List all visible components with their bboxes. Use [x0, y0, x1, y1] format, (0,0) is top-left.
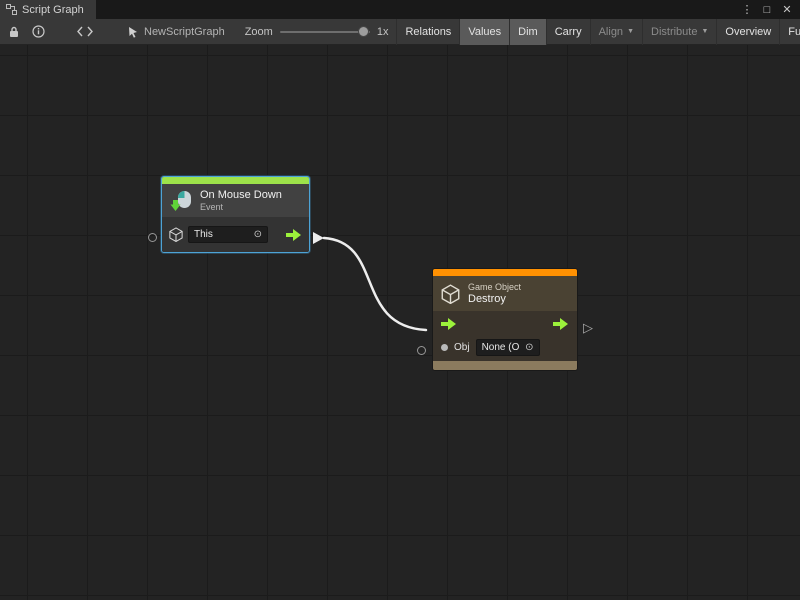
relations-button[interactable]: Relations: [396, 19, 459, 45]
zoom-value: 1x: [377, 26, 389, 38]
flow-continuation-icon[interactable]: ▷: [583, 321, 593, 334]
graph-name-breadcrumb[interactable]: NewScriptGraph: [127, 26, 225, 38]
target-field[interactable]: This ⊙: [188, 226, 268, 243]
flow-output-arrow-icon[interactable]: [553, 318, 569, 330]
zoom-slider[interactable]: [280, 31, 370, 33]
fullscreen-button[interactable]: Full S: [779, 19, 800, 45]
info-icon[interactable]: [32, 25, 45, 38]
destroy-node-header: Game Object Destroy: [433, 276, 577, 311]
maximize-icon[interactable]: □: [760, 4, 774, 16]
window-controls: ⋮ □ ✕: [740, 0, 800, 19]
flow-connection: [0, 45, 800, 600]
close-icon[interactable]: ✕: [780, 3, 794, 16]
tab-title: Script Graph: [22, 4, 84, 16]
menu-icon[interactable]: ⋮: [740, 3, 754, 16]
overview-button[interactable]: Overview: [716, 19, 779, 45]
lock-icon[interactable]: [8, 26, 20, 38]
destroy-accent-bar: [433, 269, 577, 276]
chevron-down-icon: ▼: [701, 28, 708, 35]
tab-script-graph[interactable]: Script Graph: [0, 0, 96, 19]
tab-bar: Script Graph ⋮ □ ✕: [0, 0, 800, 19]
cube-icon: [169, 227, 183, 242]
destroy-node-titles: Game Object Destroy: [468, 282, 521, 305]
cube-icon: [441, 284, 460, 304]
flow-output-arrow-icon[interactable]: [286, 229, 302, 241]
event-target-port[interactable]: [148, 233, 157, 242]
node-subtitle: Event: [200, 202, 282, 212]
obj-port-label: Obj: [454, 342, 470, 353]
chevron-down-icon: ▼: [627, 28, 634, 35]
graph-canvas[interactable]: On Mouse Down Event This ⊙: [0, 45, 800, 600]
zoom-control: Zoom 1x: [245, 26, 389, 38]
graph-toolbar: NewScriptGraph Zoom 1x Relations Values …: [0, 19, 800, 45]
event-node-body: This ⊙: [162, 217, 309, 252]
graph-pointer-icon: [127, 26, 139, 38]
target-picker-icon[interactable]: ⊙: [525, 342, 533, 353]
target-picker-icon[interactable]: ⊙: [254, 229, 262, 240]
script-graph-window: Script Graph ⋮ □ ✕: [0, 0, 800, 600]
destroy-obj-port[interactable]: [417, 346, 426, 355]
node-destroy[interactable]: Game Object Destroy Obj None (O ⊙: [432, 268, 578, 371]
values-button[interactable]: Values: [459, 19, 509, 45]
obj-field[interactable]: None (O ⊙: [476, 339, 540, 356]
destroy-obj-row: Obj None (O ⊙: [433, 334, 577, 361]
node-on-mouse-down[interactable]: On Mouse Down Event This ⊙: [161, 176, 310, 253]
zoom-slider-handle[interactable]: [358, 26, 369, 37]
dim-button[interactable]: Dim: [509, 19, 546, 45]
code-icon[interactable]: [77, 26, 93, 37]
align-button[interactable]: Align ▼: [590, 19, 642, 45]
event-node-titles: On Mouse Down Event: [200, 189, 282, 212]
obj-field-value: None (O: [482, 342, 520, 353]
flow-input-arrow-icon[interactable]: [441, 318, 457, 330]
destroy-flow-row: [433, 311, 577, 334]
event-node-header: On Mouse Down Event: [162, 184, 309, 217]
value-dot-icon: [441, 344, 448, 351]
carry-button[interactable]: Carry: [546, 19, 590, 45]
distribute-button[interactable]: Distribute ▼: [642, 19, 716, 45]
mouse-down-icon: [170, 189, 193, 212]
node-title: Destroy: [468, 293, 521, 305]
zoom-label: Zoom: [245, 26, 273, 38]
target-field-value: This: [194, 229, 213, 240]
graph-name-label: NewScriptGraph: [144, 26, 225, 38]
node-category: Game Object: [468, 282, 521, 292]
toolbar-buttons: Relations Values Dim Carry Align ▼ Distr…: [396, 19, 800, 45]
destroy-node-footer: [433, 361, 577, 370]
event-accent-bar: [162, 177, 309, 184]
script-graph-tab-icon: [6, 4, 17, 15]
connection-arrow-icon: [313, 232, 324, 244]
node-title: On Mouse Down: [200, 189, 282, 201]
